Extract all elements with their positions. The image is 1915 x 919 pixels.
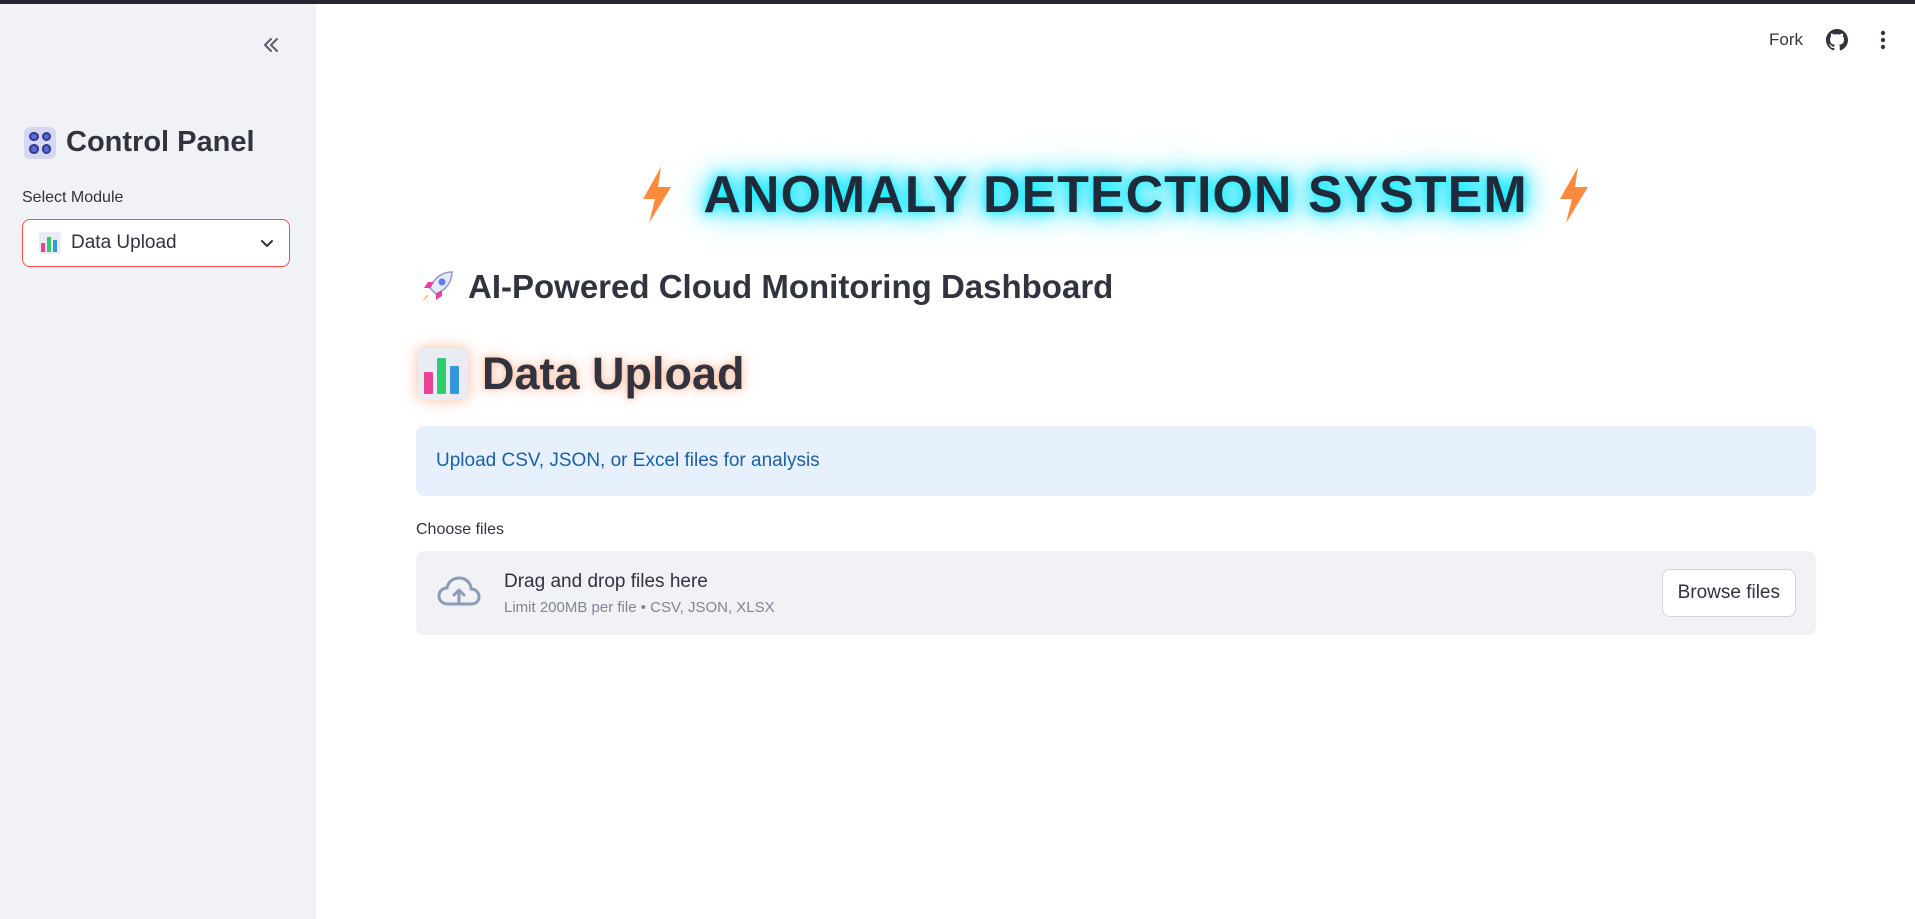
bar-chart-icon — [418, 348, 468, 400]
sidebar-title: Control Panel — [24, 126, 255, 159]
dropzone-instructions: Drag and drop files here Limit 200MB per… — [504, 571, 1662, 616]
lightning-bolt-icon — [643, 167, 672, 223]
page-title: ANOMALY DETECTION SYSTEM — [316, 165, 1915, 225]
file-uploader-label: Choose files — [416, 521, 505, 538]
section-title: Data Upload — [418, 348, 745, 400]
dropzone-main-text: Drag and drop files here — [504, 570, 708, 592]
double-chevron-left-icon — [264, 38, 278, 52]
github-button[interactable] — [1825, 28, 1849, 52]
select-module-label: Select Module — [22, 189, 124, 206]
more-vertical-icon — [1880, 30, 1886, 50]
main-menu-button[interactable] — [1871, 28, 1895, 52]
browse-files-button[interactable]: Browse files — [1661, 569, 1796, 617]
dropzone-limit-text: Limit 200MB per file • CSV, JSON, XLSX — [504, 598, 775, 616]
bar-chart-icon — [39, 232, 61, 254]
chevron-down-icon — [261, 240, 273, 247]
rocket-icon — [422, 271, 453, 302]
control-panel-icon — [24, 126, 56, 159]
module-select[interactable]: Data Upload — [22, 219, 290, 267]
info-alert: Upload CSV, JSON, or Excel files for ana… — [416, 426, 1816, 496]
file-dropzone[interactable]: Drag and drop files here Limit 200MB per… — [416, 551, 1816, 635]
github-icon — [1826, 29, 1848, 51]
lightning-bolt-icon — [1559, 167, 1588, 223]
sidebar-title-text: Control Panel — [66, 126, 255, 158]
cloud-upload-icon — [437, 576, 481, 606]
module-select-value: Data Upload — [71, 232, 177, 253]
sidebar: Control Panel Select Module Data Upload — [0, 4, 316, 919]
header-actions: Fork — [1769, 28, 1895, 52]
collapse-sidebar-button[interactable] — [256, 30, 286, 60]
fork-link[interactable]: Fork — [1769, 30, 1803, 50]
page-subtitle: AI-Powered Cloud Monitoring Dashboard — [418, 268, 1113, 306]
page-subtitle-text: AI-Powered Cloud Monitoring Dashboard — [468, 268, 1114, 305]
section-title-text: Data Upload — [482, 348, 745, 399]
page-title-text: ANOMALY DETECTION SYSTEM — [703, 166, 1528, 224]
